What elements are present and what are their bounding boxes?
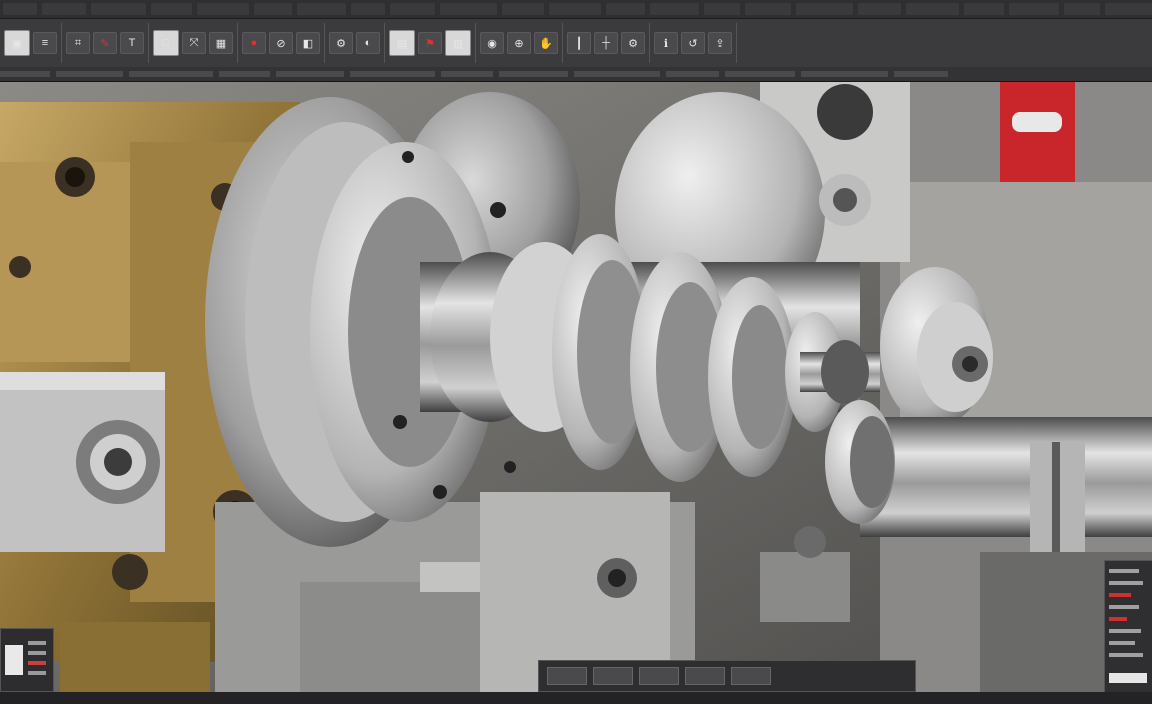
menu-item-19[interactable] [905, 3, 960, 15]
adjust-icon[interactable]: ◐ [356, 32, 380, 54]
status-item-6 [350, 71, 435, 77]
status-item-5 [276, 71, 344, 77]
tool-group-view: ◉ ⊕ ✋ [476, 23, 563, 63]
menu-item-9[interactable] [390, 3, 436, 15]
panel-bottom-button-1[interactable] [547, 667, 587, 685]
grid-icon[interactable]: ▦ [209, 32, 233, 54]
status-item-11 [725, 71, 795, 77]
view-icon[interactable]: ◉ [480, 32, 504, 54]
layers-icon[interactable]: ≡ [33, 32, 57, 54]
panel-line [1109, 629, 1141, 633]
flag-icon[interactable]: ⚑ [418, 32, 442, 54]
tool-group-filter: ⚙ ◐ [325, 23, 385, 63]
filter-icon[interactable]: ⚙ [329, 32, 353, 54]
menu-item-2[interactable] [41, 3, 86, 15]
menu-item-12[interactable] [548, 3, 602, 15]
panel-line-accent [28, 661, 46, 665]
menu-item-21[interactable] [1008, 3, 1059, 15]
menu-item-13[interactable] [606, 3, 645, 15]
bottom-bar [0, 692, 1152, 704]
swatch-preview[interactable] [5, 645, 23, 675]
menu-item-7[interactable] [297, 3, 346, 15]
status-item-12 [801, 71, 888, 77]
menu-item-4[interactable] [151, 3, 193, 15]
panel-line [28, 651, 46, 655]
tool-group-image: ▣ ≡ [0, 23, 62, 63]
canvas-viewport[interactable] [0, 82, 1152, 692]
properties-panel-right [1104, 560, 1152, 694]
menu-item-15[interactable] [704, 3, 740, 15]
menu-item-18[interactable] [857, 3, 901, 15]
floating-panel-bottom [538, 660, 916, 692]
fill-icon[interactable]: ◧ [296, 32, 320, 54]
tool-group-doc: ▤ ⚑ ▥ [385, 23, 476, 63]
menu-bar [0, 0, 1152, 19]
menu-item-17[interactable] [795, 3, 853, 15]
ruler-icon[interactable]: ┃ [567, 32, 591, 54]
menu-item-8[interactable] [350, 3, 386, 15]
transform-icon[interactable]: ⤧ [182, 32, 206, 54]
panel-line [28, 671, 46, 675]
image-icon[interactable]: ▣ [4, 30, 30, 56]
panel-bottom-button-2[interactable] [593, 667, 633, 685]
panel-line [1109, 653, 1143, 657]
panel-line [28, 641, 46, 645]
status-item-1 [0, 71, 50, 77]
hand-icon[interactable]: ✋ [534, 32, 558, 54]
menu-item-23[interactable] [1105, 3, 1152, 15]
panel-bottom-button-5[interactable] [731, 667, 771, 685]
property-input[interactable] [1109, 673, 1147, 683]
menu-item-6[interactable] [254, 3, 293, 15]
menu-item-5[interactable] [197, 3, 250, 15]
tool-group-edit: ⌗ ✎ T [62, 23, 149, 63]
status-item-8 [499, 71, 568, 77]
lathe-photo [0, 82, 1152, 692]
mini-panel-left [0, 628, 54, 692]
status-item-4 [219, 71, 270, 77]
tool-group-right: ℹ ↺ ⇪ [650, 23, 737, 63]
panel-line [1109, 605, 1139, 609]
panel-line [1109, 569, 1139, 573]
tool-group-color: ● ⊘ ◧ [238, 23, 325, 63]
crop-icon[interactable]: ⌗ [66, 32, 90, 54]
status-item-9 [574, 71, 660, 77]
menu-item-16[interactable] [744, 3, 791, 15]
guide-icon[interactable]: ┼ [594, 32, 618, 54]
status-item-10 [666, 71, 719, 77]
menu-item-1[interactable] [3, 3, 37, 15]
page-thumbnail-icon[interactable]: ▥ [445, 30, 471, 56]
info-icon[interactable]: ℹ [654, 32, 678, 54]
export-icon[interactable]: ⇪ [708, 32, 732, 54]
menu-item-20[interactable] [964, 3, 1004, 15]
status-item-13 [894, 71, 948, 77]
tool-group-extra: ┃ ┼ ⚙ [563, 23, 650, 63]
toolbar: ▣ ≡ ⌗ ✎ T □ ⤧ ▦ ● ⊘ ◧ ⚙ ◐ ▤ ⚑ ▥ ◉ ⊕ ✋ ┃ … [0, 19, 1152, 68]
settings-icon[interactable]: ⚙ [621, 32, 645, 54]
text-icon[interactable]: T [120, 32, 144, 54]
history-icon[interactable]: ↺ [681, 32, 705, 54]
menu-item-11[interactable] [501, 3, 544, 15]
panel-line [1109, 641, 1135, 645]
shape-icon[interactable]: □ [153, 30, 179, 56]
status-item-2 [56, 71, 123, 77]
menu-item-3[interactable] [90, 3, 147, 15]
status-item-7 [441, 71, 493, 77]
brush-icon[interactable]: ✎ [93, 32, 117, 54]
panel-bottom-button-3[interactable] [639, 667, 679, 685]
panel-bottom-button-4[interactable] [685, 667, 725, 685]
zoom-icon[interactable]: ⊕ [507, 32, 531, 54]
panel-line [1109, 581, 1143, 585]
menu-item-10[interactable] [440, 3, 497, 15]
menu-item-14[interactable] [649, 3, 700, 15]
menu-item-22[interactable] [1063, 3, 1101, 15]
status-line [0, 67, 1152, 82]
panel-line-accent [1109, 617, 1127, 621]
color-icon[interactable]: ● [242, 32, 266, 54]
panel-line-accent [1109, 593, 1131, 597]
status-item-3 [129, 71, 213, 77]
tool-group-shape: □ ⤧ ▦ [149, 23, 238, 63]
eyedropper-icon[interactable]: ⊘ [269, 32, 293, 54]
document-thumbnail-icon[interactable]: ▤ [389, 30, 415, 56]
